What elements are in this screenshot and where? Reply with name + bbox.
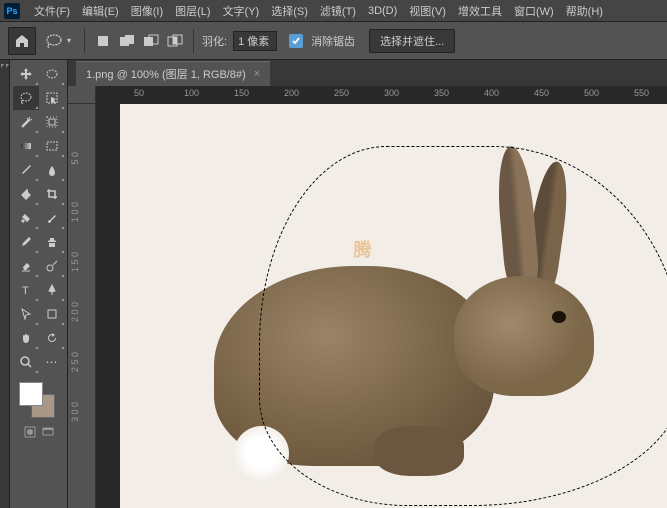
document-tab-bar: 1.png @ 100% (图层 1, RGB/8#) × (68, 60, 667, 86)
menu-plugins[interactable]: 增效工具 (452, 1, 508, 21)
antialias-label: 消除锯齿 (311, 33, 355, 49)
home-icon (14, 33, 30, 49)
move-tool[interactable] (13, 62, 39, 86)
menu-image[interactable]: 图像(I) (125, 1, 169, 21)
dodge-tool[interactable] (39, 254, 65, 278)
workspace: T ⋯ 1.png @ 100% (图层 1, RGB/8#) × (0, 60, 667, 508)
menu-view[interactable]: 视图(V) (403, 1, 452, 21)
smudge-tool[interactable] (39, 158, 65, 182)
menu-file[interactable]: 文件(F) (28, 1, 76, 21)
screenmode-toggle[interactable] (40, 424, 56, 440)
home-button[interactable] (8, 27, 36, 55)
svg-text:T: T (22, 285, 29, 297)
healing-tool[interactable] (13, 206, 39, 230)
brush-tool[interactable] (39, 206, 65, 230)
image-content: 腾 (120, 104, 667, 508)
pen-tool[interactable] (39, 278, 65, 302)
menu-select[interactable]: 选择(S) (265, 1, 314, 21)
menu-type[interactable]: 文字(Y) (217, 1, 266, 21)
lasso-icon (45, 33, 65, 49)
zoom-tool[interactable] (13, 350, 39, 374)
antialias-checkbox[interactable] (289, 34, 303, 48)
lasso-tool[interactable] (13, 86, 39, 110)
check-icon (291, 36, 301, 46)
tab-title: 1.png @ 100% (图层 1, RGB/8#) (86, 66, 246, 82)
eraser-tool[interactable] (13, 254, 39, 278)
menu-help[interactable]: 帮助(H) (560, 1, 609, 21)
app-logo: Ps (4, 3, 20, 19)
clone-stamp-tool[interactable] (39, 230, 65, 254)
edit-toolbar[interactable]: ⋯ (39, 350, 65, 374)
path-select-tool[interactable] (13, 302, 39, 326)
quickmask-toggle[interactable] (22, 424, 38, 440)
divider (193, 29, 194, 53)
menu-window[interactable]: 窗口(W) (508, 1, 560, 21)
foreground-color[interactable] (19, 382, 43, 406)
chevron-icon (1, 64, 9, 72)
vertical-ruler[interactable]: 5 0 1 0 0 1 5 0 2 0 0 2 5 0 3 0 0 (68, 104, 96, 508)
menu-bar: Ps 文件(F) 编辑(E) 图像(I) 图层(L) 文字(Y) 选择(S) 滤… (0, 0, 667, 22)
object-select-tool[interactable] (39, 86, 65, 110)
shape-tool[interactable] (39, 302, 65, 326)
hand-tool[interactable] (13, 326, 39, 350)
crop-tool[interactable] (39, 182, 65, 206)
feather-input[interactable] (233, 31, 277, 51)
select-and-mask-button[interactable]: 选择并遮住... (369, 29, 455, 53)
rotate-tool[interactable] (39, 326, 65, 350)
pencil-tool[interactable] (13, 230, 39, 254)
ruler-corner (68, 86, 96, 104)
menu-3d[interactable]: 3D(D) (362, 3, 403, 19)
tool-preset-picker[interactable]: ▾ (40, 27, 76, 55)
feather-label: 羽化: (202, 33, 227, 49)
color-swatches[interactable] (19, 382, 59, 422)
canvas[interactable]: 腾 (96, 104, 667, 508)
selection-intersect[interactable] (165, 31, 185, 51)
type-tool[interactable]: T (13, 278, 39, 302)
document-tab[interactable]: 1.png @ 100% (图层 1, RGB/8#) × (76, 61, 270, 86)
menu-layer[interactable]: 图层(L) (169, 1, 216, 21)
eyedropper-tool[interactable] (13, 158, 39, 182)
magic-wand-tool[interactable] (13, 110, 39, 134)
collapse-strip[interactable] (0, 60, 10, 508)
gradient-tool[interactable] (13, 134, 39, 158)
watermark: 腾 (354, 236, 372, 262)
toolbox: T ⋯ (10, 60, 68, 508)
divider (84, 29, 85, 53)
paint-bucket-tool[interactable] (13, 182, 39, 206)
rabbit-image: 腾 (174, 116, 614, 496)
options-bar: ▾ 羽化: 消除锯齿 选择并遮住... (0, 22, 667, 60)
tab-close-button[interactable]: × (254, 68, 260, 80)
menu-edit[interactable]: 编辑(E) (76, 1, 125, 21)
selection-subtract[interactable] (141, 31, 161, 51)
selection-new[interactable] (93, 31, 113, 51)
frame-tool[interactable] (39, 110, 65, 134)
marquee-tool[interactable] (39, 62, 65, 86)
selection-add[interactable] (117, 31, 137, 51)
marquee-rect-tool[interactable] (39, 134, 65, 158)
canvas-area: 1.png @ 100% (图层 1, RGB/8#) × 50 100 150… (68, 60, 667, 508)
menu-filter[interactable]: 滤镜(T) (314, 1, 362, 21)
